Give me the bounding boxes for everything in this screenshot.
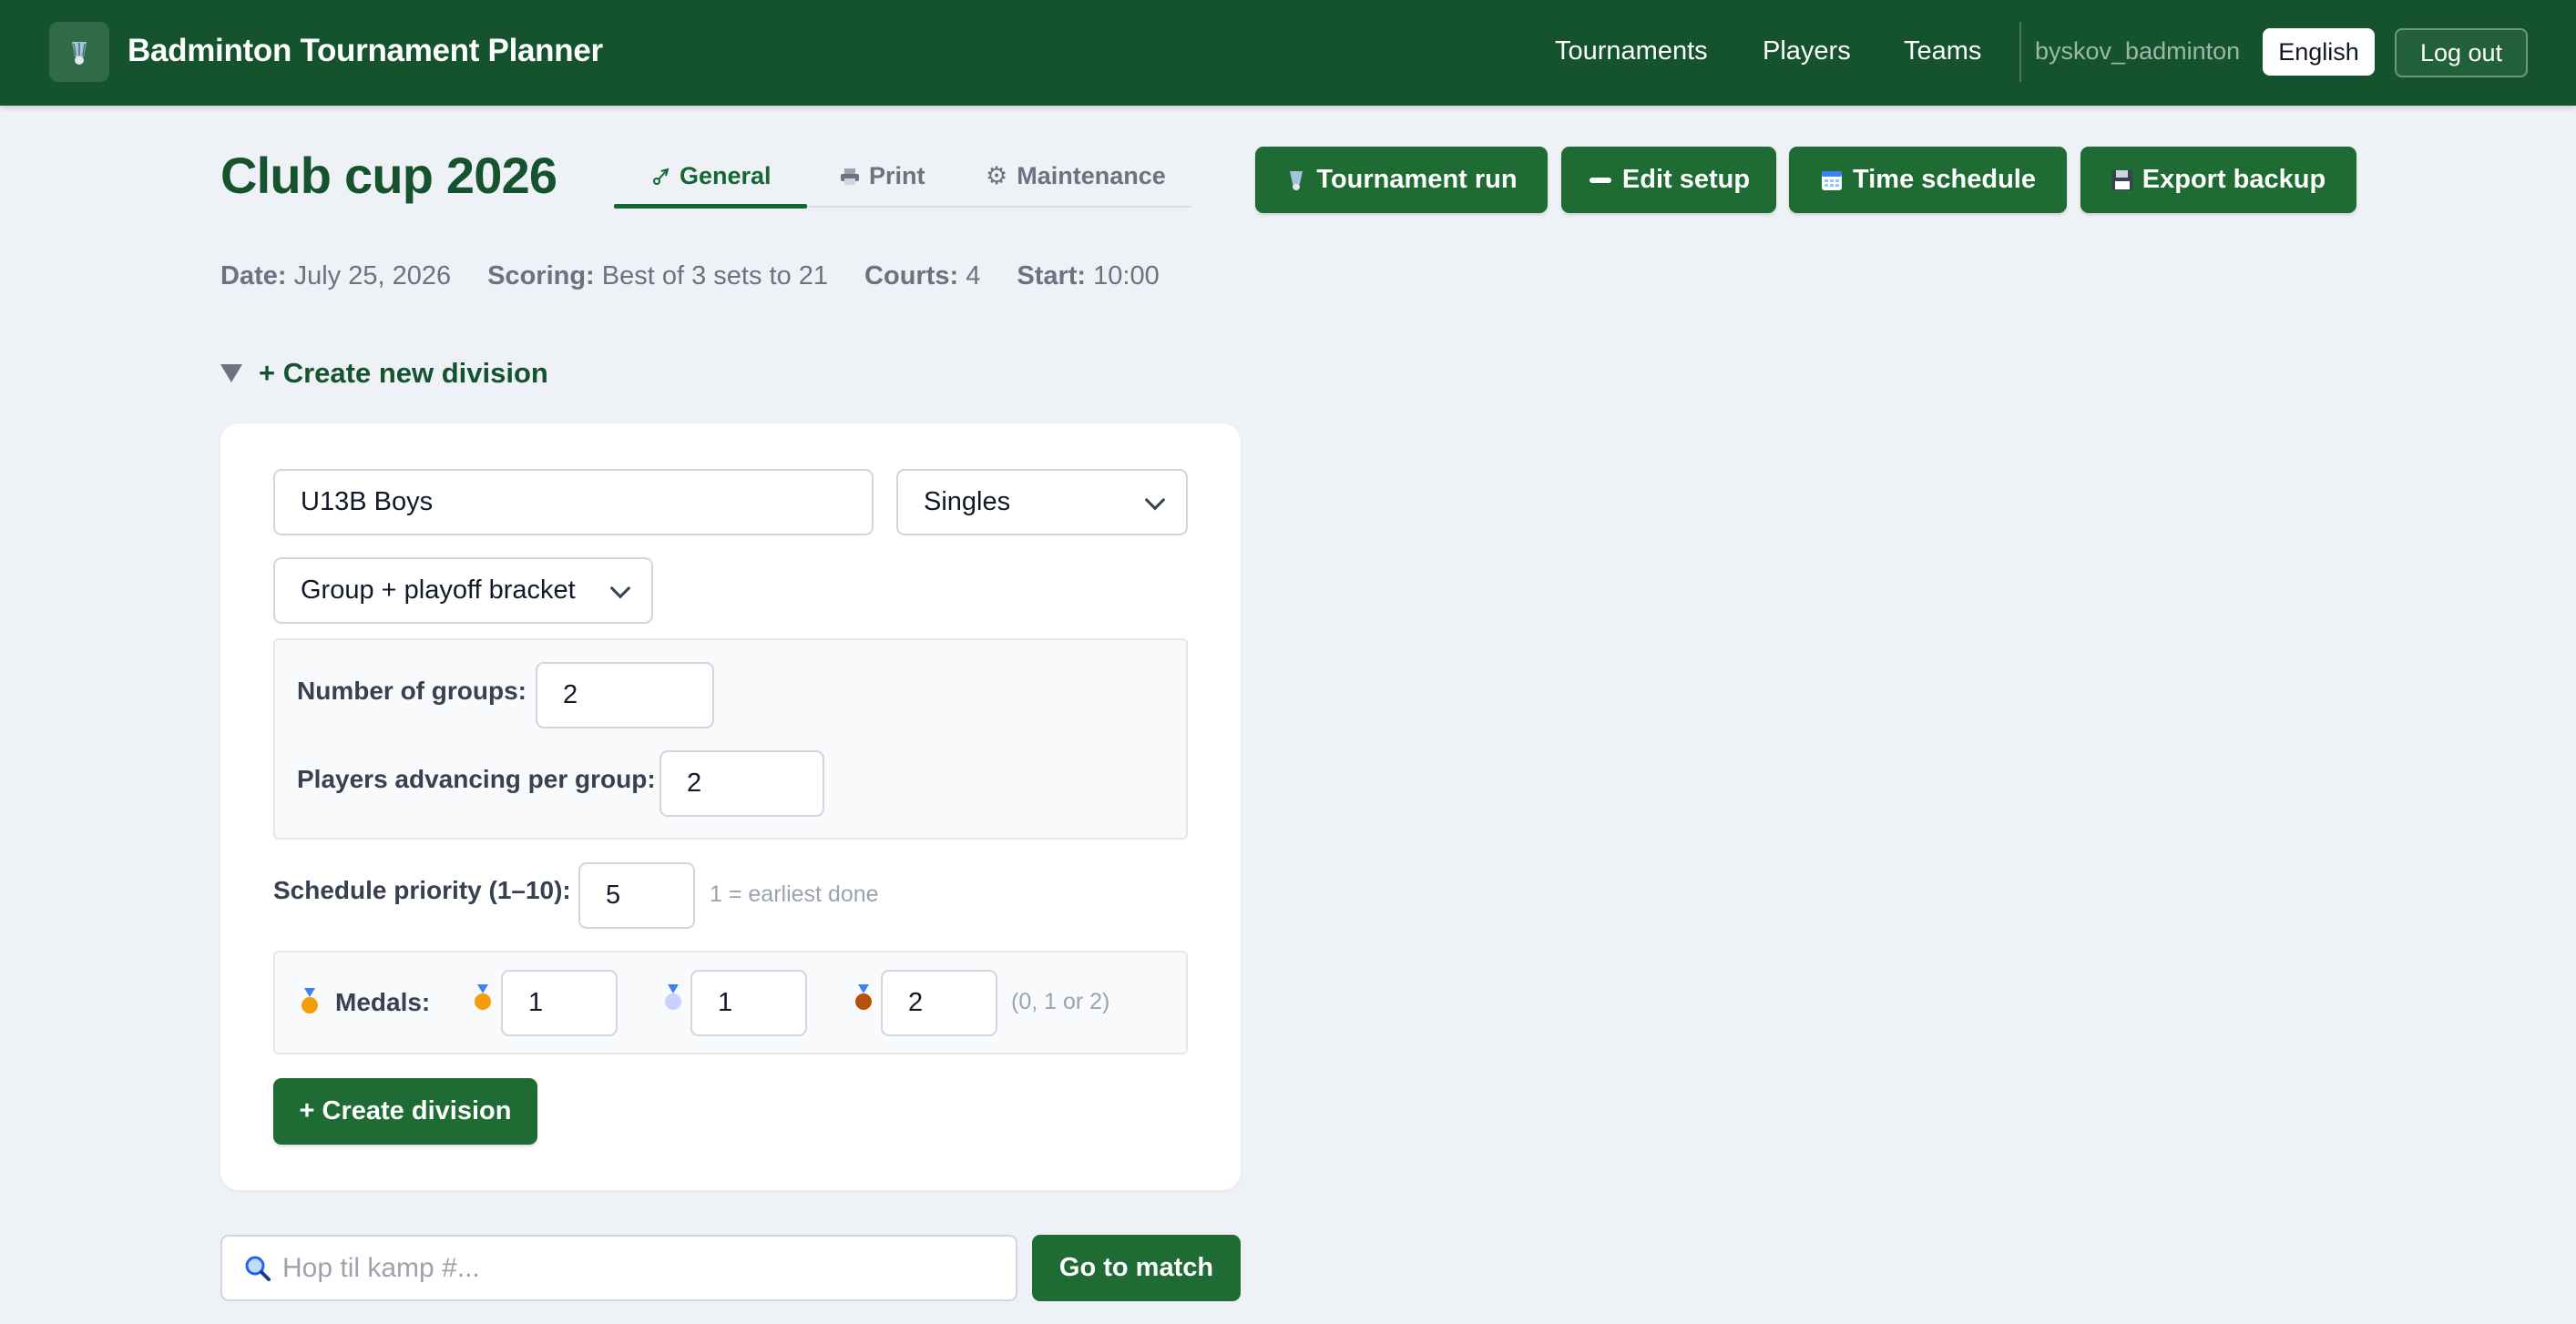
shuttlecock-icon [72,42,87,65]
medals-panel: Medals: 1 1 2 (0, 1 or 2) [273,951,1188,1054]
bronze-medal-icon [855,984,872,1010]
select-value: Group + playoff bracket [301,575,576,605]
tab-general[interactable]: General [650,162,772,190]
silver-medal-input[interactable]: 1 [690,970,807,1036]
gold-medal-icon [302,988,318,1013]
button-label: Export backup [2142,165,2326,194]
meta-value: 10:00 [1093,261,1160,290]
calendar-icon [1822,170,1843,190]
button-label: Time schedule [1853,165,2036,194]
create-division-toggle[interactable]: + Create new division [220,357,548,390]
go-to-match-button[interactable]: Go to match [1032,1235,1241,1301]
meta-start: Start: 10:00 [1017,261,1159,291]
meta-label: Scoring: [487,261,595,290]
page-title: Club cup 2026 [220,147,557,204]
meta-value: Best of 3 sets to 21 [601,261,829,290]
tournament-meta: Date: July 25, 2026 Scoring: Best of 3 s… [220,261,1160,291]
tournament-run-button[interactable]: Tournament run [1255,147,1548,213]
medals-hint: (0, 1 or 2) [1011,989,1110,1014]
language-button[interactable]: English [2263,28,2375,76]
chevron-down-icon [1144,489,1166,511]
pencil-icon [1589,177,1611,183]
button-label: Edit setup [1621,165,1751,194]
groups-input[interactable]: 2 [536,662,714,728]
input-value: 1 [528,988,544,1017]
chevron-down-icon [609,577,631,599]
floppy-icon [2111,169,2132,190]
create-division-card: U13B Boys Singles Group + playoff bracke… [220,423,1241,1190]
tab-print[interactable]: Print [840,162,925,190]
gold-medal-input[interactable]: 1 [501,970,618,1036]
match-search-input[interactable] [282,1252,975,1284]
division-type-select[interactable]: Singles [896,469,1188,535]
tab-label: Print [869,162,925,189]
nav-teams[interactable]: Teams [1904,36,1981,66]
bronze-medal-input[interactable]: 2 [881,970,997,1036]
top-navbar: Badminton Tournament Planner Tournaments… [0,0,2576,106]
input-value: 2 [563,680,578,709]
input-value: 5 [606,881,621,910]
priority-input[interactable]: 5 [578,862,695,929]
create-division-button[interactable]: + Create division [273,1078,537,1145]
active-tab-indicator [614,204,807,209]
tab-maintenance[interactable]: ⚙ Maintenance [986,162,1166,190]
silver-medal-icon [665,984,681,1010]
group-settings-panel: Number of groups: 2 Players advancing pe… [273,638,1188,840]
app-title: Badminton Tournament Planner [128,33,603,68]
advancing-input[interactable]: 2 [659,750,824,817]
meta-value: 4 [966,261,981,290]
create-division-summary: + Create new division [259,357,548,389]
meta-date: Date: July 25, 2026 [220,261,451,291]
priority-hint: 1 = earliest done [710,881,879,907]
input-value: 1 [718,988,733,1017]
meta-scoring: Scoring: Best of 3 sets to 21 [487,261,828,291]
search-icon [245,1256,271,1281]
expand-triangle-icon [220,364,242,382]
tab-label: General [680,162,772,189]
button-label: Tournament run [1316,165,1518,194]
meta-value: July 25, 2026 [293,261,452,290]
printer-icon [841,168,859,185]
shuttlecock-icon [653,168,670,185]
export-backup-button[interactable]: Export backup [2080,147,2356,213]
division-format-select[interactable]: Group + playoff bracket [273,557,653,624]
input-value: U13B Boys [301,487,434,516]
nav-players[interactable]: Players [1763,36,1851,66]
username: byskov_badminton [2035,37,2241,65]
app-logo[interactable] [49,22,109,82]
gold-medal-icon [475,984,491,1010]
nav-divider [2019,22,2021,82]
shuttlecock-icon [1290,170,1303,190]
groups-label: Number of groups: [297,677,526,705]
division-name-input[interactable]: U13B Boys [273,469,874,535]
logout-button[interactable]: Log out [2395,28,2528,77]
meta-courts: Courts: 4 [864,261,980,291]
medals-label: Medals: [335,988,431,1016]
input-value: 2 [908,988,924,1017]
meta-label: Courts: [864,261,959,290]
input-value: 2 [687,769,702,798]
advancing-label: Players advancing per group: [297,765,656,793]
select-value: Singles [924,487,1011,516]
priority-label: Schedule priority (1–10): [273,876,571,904]
match-search-box [220,1235,1017,1301]
time-schedule-button[interactable]: Time schedule [1789,147,2067,213]
meta-label: Start: [1017,261,1087,290]
tab-label: Maintenance [1017,162,1166,189]
meta-label: Date: [220,261,287,290]
nav-tournaments[interactable]: Tournaments [1555,36,1708,66]
gear-icon: ⚙ [986,162,1008,190]
edit-setup-button[interactable]: Edit setup [1561,147,1776,213]
